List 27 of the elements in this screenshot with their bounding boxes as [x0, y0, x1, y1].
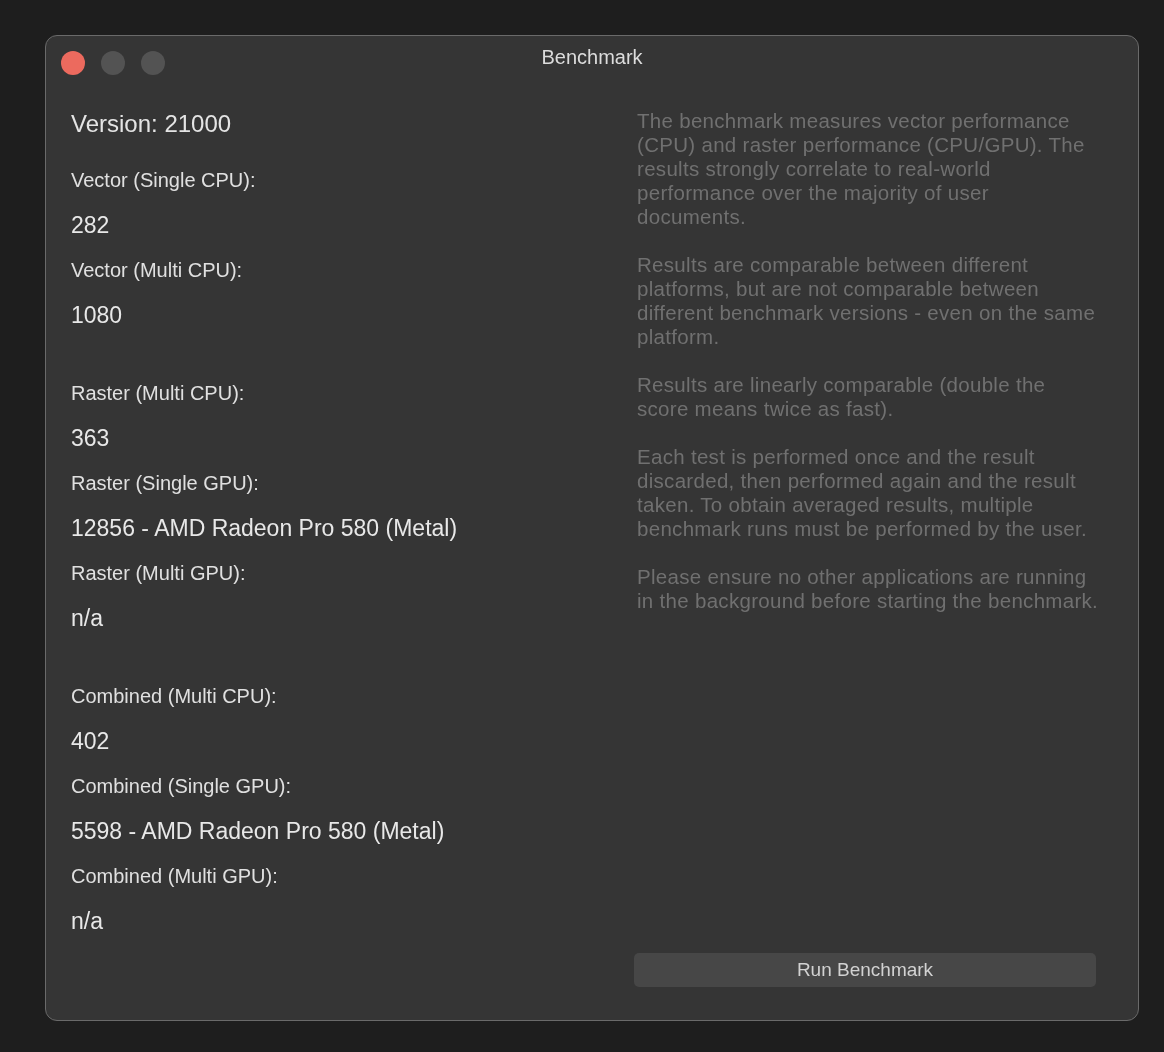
close-button[interactable]	[61, 51, 85, 75]
description-paragraph: Each test is performed once and the result discarded, then performed again and the result taken. To obtain averaged results, multiple benchmark runs must be performed by the user.	[637, 445, 1088, 541]
result-value: 402	[71, 727, 110, 755]
result-label: Raster (Multi CPU):	[71, 381, 245, 405]
description-paragraph: Results are comparable between different platforms, but are not comparable between different benchmark versions - even on the same platform.	[637, 253, 1097, 349]
description-paragraph: The benchmark measures vector performance (CPU) and raster performance (CPU/GPU). The results strongly correlate to real-world performance over the majority of user documents.	[637, 109, 1086, 229]
result-label: Combined (Multi GPU):	[71, 864, 278, 888]
result-value: 363	[71, 424, 110, 452]
result-label: Raster (Single GPU):	[71, 471, 259, 495]
result-label: Raster (Multi GPU):	[71, 561, 246, 585]
result-label: Vector (Single CPU):	[71, 168, 256, 192]
result-value: 5598 - AMD Radeon Pro 580 (Metal)	[71, 817, 445, 845]
minimize-button[interactable]	[101, 51, 125, 75]
result-label: Vector (Multi CPU):	[71, 258, 243, 282]
zoom-button[interactable]	[141, 51, 165, 75]
description-paragraph: Please ensure no other applications are running in the background before starting the benchmark.	[637, 565, 1099, 613]
result-value: 1080	[71, 301, 123, 329]
result-value: 282	[71, 211, 110, 239]
result-value: n/a	[71, 907, 103, 935]
result-value: 12856 - AMD Radeon Pro 580 (Metal)	[71, 514, 458, 542]
run-benchmark-button[interactable]: Run Benchmark	[634, 953, 1096, 987]
description-paragraph: Results are linearly comparable (double the score means twice as fast).	[637, 373, 1047, 421]
window-title: Benchmark	[541, 46, 643, 69]
result-label: Combined (Multi CPU):	[71, 684, 277, 708]
result-value: n/a	[71, 604, 103, 632]
result-label: Combined (Single GPU):	[71, 774, 292, 798]
version-text: Version: 21000	[71, 109, 233, 139]
